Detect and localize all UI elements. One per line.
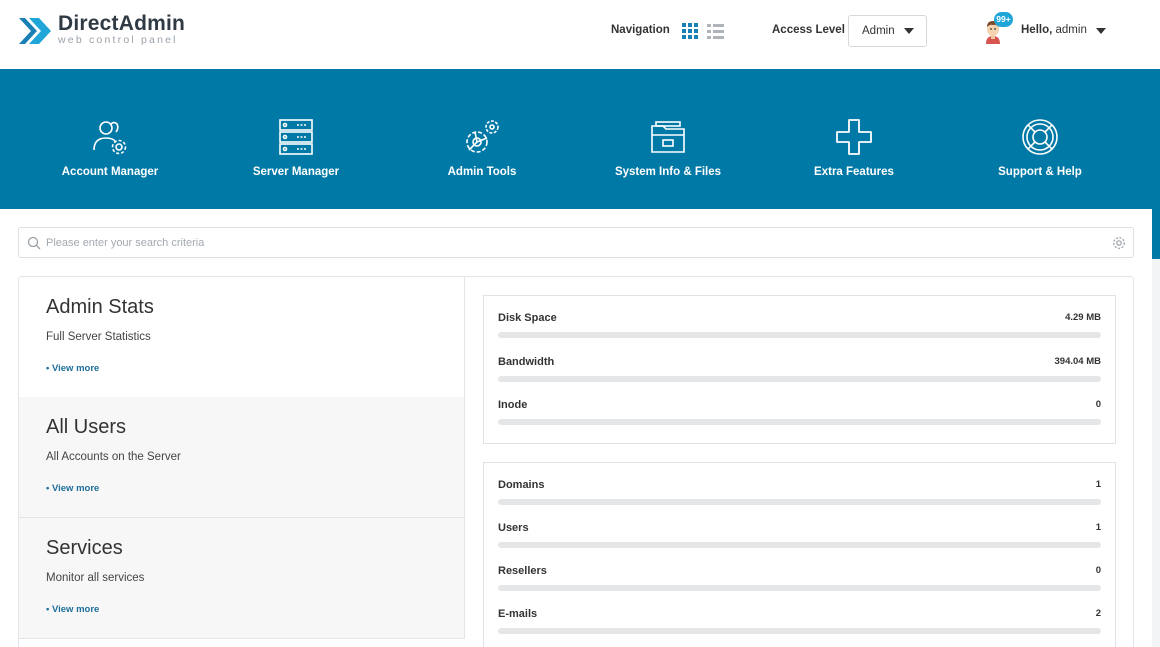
progress-bar <box>498 585 1101 591</box>
view-more-link[interactable]: • View more <box>46 483 99 494</box>
progress-bar <box>498 376 1101 382</box>
greeting-text: Hello, <box>1021 24 1053 36</box>
progress-bar <box>498 332 1101 338</box>
plus-icon <box>833 116 875 158</box>
gear-icon[interactable] <box>1112 236 1126 250</box>
view-more-link[interactable]: • View more <box>46 604 99 615</box>
view-more-link[interactable]: • View more <box>46 363 99 374</box>
main-content: Please enter your search criteria Admin … <box>0 209 1152 647</box>
band-edge <box>1152 209 1160 259</box>
usage-stats-box: Disk Space 4.29 MB Bandwidth 394.04 MB I… <box>483 295 1116 444</box>
menu-support-help[interactable]: Support & Help <box>970 69 1110 209</box>
card-services[interactable]: Services Monitor all services • View mor… <box>19 518 465 639</box>
access-level-label: Access Level <box>772 24 845 36</box>
navigation-label: Navigation <box>611 24 670 36</box>
stat-name: Resellers <box>498 565 547 577</box>
grid-view-icon[interactable] <box>682 23 698 39</box>
menu-admin-tools[interactable]: Admin Tools <box>412 69 552 209</box>
dashboard-panel: Admin Stats Full Server Statistics • Vie… <box>18 276 1134 647</box>
stat-name: Disk Space <box>498 312 557 324</box>
brand-logo[interactable]: DirectAdmin web control panel <box>17 12 185 50</box>
stat-domains: Domains 1 <box>498 479 1101 509</box>
access-level-value: Admin <box>862 25 895 37</box>
count-stats-box: Domains 1 Users 1 Resellers 0 E-mails 2 <box>483 462 1116 647</box>
menu-label: Support & Help <box>998 166 1082 178</box>
stat-users: Users 1 <box>498 522 1101 552</box>
search-placeholder: Please enter your search criteria <box>46 237 205 249</box>
card-title: Services <box>46 537 123 559</box>
stat-name: Users <box>498 522 529 534</box>
stat-value: 2 <box>1095 608 1101 619</box>
menu-extra-features[interactable]: Extra Features <box>784 69 924 209</box>
card-description: Full Server Statistics <box>46 331 151 343</box>
search-icon <box>27 236 41 250</box>
menu-label: Account Manager <box>61 166 159 178</box>
stat-name: Domains <box>498 479 545 491</box>
top-header: DirectAdmin web control panel Navigation… <box>0 0 1160 69</box>
logo-arrows-icon <box>17 12 51 50</box>
gears-icon <box>461 116 503 158</box>
stat-value: 0 <box>1095 399 1101 410</box>
stat-disk-space: Disk Space 4.29 MB <box>498 312 1101 342</box>
card-description: All Accounts on the Server <box>46 451 181 463</box>
menu-label: Admin Tools <box>447 166 517 178</box>
card-description: Monitor all services <box>46 572 145 584</box>
progress-bar <box>498 419 1101 425</box>
list-view-icon[interactable] <box>707 23 724 39</box>
stat-name: Inode <box>498 399 528 411</box>
stat-emails: E-mails 2 <box>498 608 1101 638</box>
search-bar[interactable]: Please enter your search criteria <box>18 227 1134 258</box>
stat-value: 394.04 MB <box>1054 356 1101 367</box>
stat-value: 4.29 MB <box>1065 312 1101 323</box>
stat-value: 0 <box>1095 565 1101 576</box>
user-menu-chevron-icon[interactable] <box>1096 28 1106 34</box>
chevron-down-icon <box>904 28 914 34</box>
card-title: All Users <box>46 416 127 438</box>
stat-name: Bandwidth <box>498 356 555 368</box>
username: admin <box>1055 24 1087 36</box>
main-menu-band: Account Manager Server Manager Admin Too… <box>0 69 1160 209</box>
folder-icon <box>647 116 689 158</box>
stat-value: 1 <box>1095 479 1101 490</box>
brand-tagline: web control panel <box>58 34 178 46</box>
stat-inode: Inode 0 <box>498 399 1101 429</box>
progress-bar <box>498 542 1101 548</box>
brand-name: DirectAdmin <box>58 12 186 35</box>
stat-name: E-mails <box>498 608 538 620</box>
menu-label: System Info & Files <box>614 166 722 178</box>
stat-resellers: Resellers 0 <box>498 565 1101 595</box>
stat-bandwidth: Bandwidth 394.04 MB <box>498 356 1101 386</box>
card-title: Admin Stats <box>46 296 154 318</box>
access-level-select[interactable]: Admin <box>848 15 927 47</box>
menu-server-manager[interactable]: Server Manager <box>226 69 366 209</box>
progress-bar <box>498 499 1101 505</box>
menu-system-info-files[interactable]: System Info & Files <box>598 69 738 209</box>
lifebuoy-icon <box>1019 116 1061 158</box>
stat-value: 1 <box>1095 522 1101 533</box>
user-greeting[interactable]: Hello, admin <box>1021 24 1087 36</box>
notification-badge[interactable]: 99+ <box>994 12 1013 27</box>
server-icon <box>275 116 317 158</box>
card-admin-stats[interactable]: Admin Stats Full Server Statistics • Vie… <box>19 277 465 398</box>
menu-label: Extra Features <box>814 166 894 178</box>
menu-label: Server Manager <box>252 166 340 178</box>
progress-bar <box>498 628 1101 634</box>
card-all-users[interactable]: All Users All Accounts on the Server • V… <box>19 397 465 518</box>
menu-account-manager[interactable]: Account Manager <box>40 69 180 209</box>
users-gear-icon <box>89 116 131 158</box>
